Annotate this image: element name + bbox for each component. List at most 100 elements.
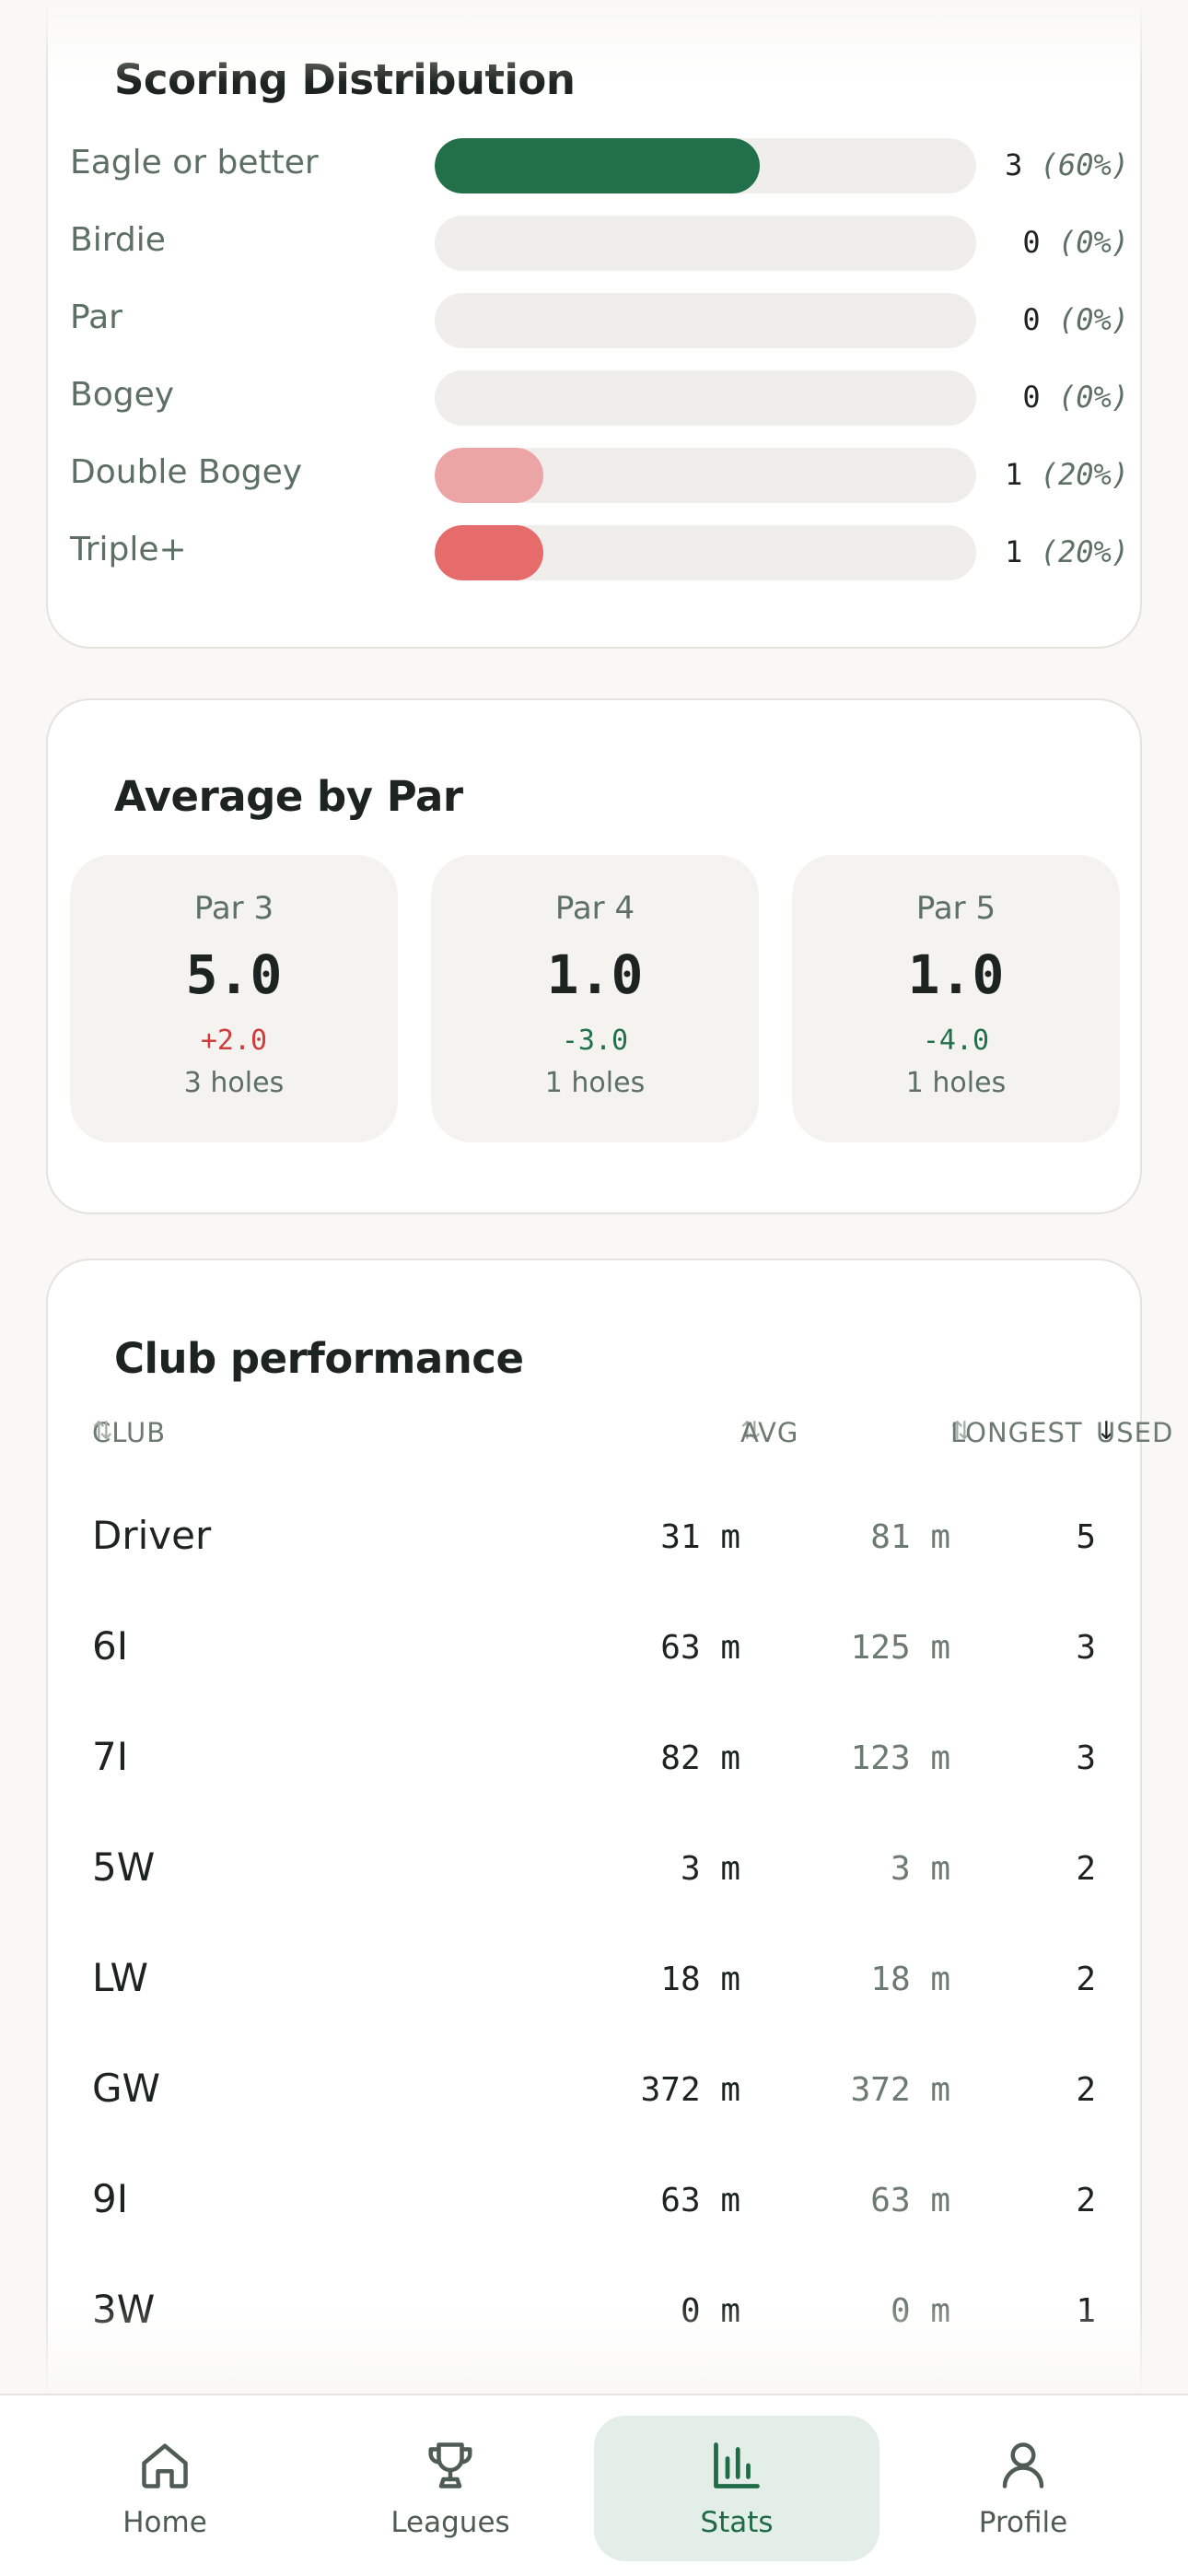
tab-label: Home [122, 2506, 207, 2539]
club-name: Driver [92, 1513, 212, 1558]
distribution-label: Bogey [70, 376, 175, 414]
par-3-box: Par 3 5.0 +2.0 3 holes [70, 855, 398, 1142]
home-icon [142, 2443, 188, 2488]
distribution-bar-fill [435, 525, 543, 580]
club-row[interactable]: LW 18 m 18 m 2 [92, 1951, 1096, 2007]
club-avg: 82 m [660, 1739, 740, 1777]
club-longest: 3 m [890, 1850, 950, 1888]
club-longest: 123 m [850, 1739, 950, 1777]
distribution-bar-track [435, 293, 976, 348]
distribution-label: Eagle or better [70, 144, 319, 181]
distribution-label: Double Bogey [70, 453, 303, 491]
distribution-count: 0 (0%) [1022, 302, 1129, 337]
par-average: 1.0 [546, 943, 644, 1006]
tab-stats[interactable]: Stats [594, 2416, 879, 2561]
par-diff: -3.0 [561, 1025, 629, 1057]
club-longest: 125 m [850, 1629, 950, 1667]
distribution-count: 1 (20%) [1005, 534, 1129, 569]
par-4-box: Par 4 1.0 -3.0 1 holes [431, 855, 759, 1142]
distribution-label: Triple+ [70, 531, 187, 568]
par-5-box: Par 5 1.0 -4.0 1 holes [792, 855, 1120, 1142]
club-longest: 18 m [870, 1961, 950, 1998]
par-average: 1.0 [907, 943, 1005, 1006]
par-diff: -4.0 [922, 1025, 990, 1057]
distribution-count: 0 (0%) [1022, 225, 1129, 260]
distribution-count: 0 (0%) [1022, 380, 1129, 415]
average-by-par-title: Average by Par [114, 772, 463, 821]
club-row[interactable]: GW 372 m 372 m 2 [92, 2062, 1096, 2117]
sort-icon: ⇅ [92, 1417, 114, 1446]
tab-label: Leagues [390, 2506, 510, 2539]
scoring-distribution-card: Scoring Distribution Eagle or better 3 (… [46, 0, 1142, 649]
club-name: 9I [92, 2176, 129, 2221]
club-used: 2 [1076, 2182, 1096, 2219]
column-header-longest: LONGEST [950, 1417, 1083, 1448]
club-used: 2 [1076, 1850, 1096, 1888]
club-name: LW [92, 1955, 149, 2000]
club-avg: 18 m [660, 1961, 740, 1998]
trophy-icon [428, 2442, 472, 2488]
bottom-tab-bar: Home Leagues Stats Profile [0, 2394, 1188, 2576]
distribution-bar-track [435, 525, 976, 580]
club-used: 2 [1076, 1961, 1096, 1998]
stats-screen: Scoring Distribution Eagle or better 3 (… [0, 0, 1188, 2576]
club-row[interactable]: 5W 3 m 3 m 2 [92, 1841, 1096, 1896]
distribution-bar-track [435, 138, 976, 193]
scroll-fade-bottom [0, 2303, 1188, 2395]
distribution-bar-fill [435, 448, 543, 503]
distribution-row-double-bogey: Double Bogey 1 (20%) [70, 448, 1129, 505]
distribution-row-par: Par 0 (0%) [70, 293, 1129, 350]
user-icon [1002, 2442, 1044, 2488]
club-row[interactable]: 6I 63 m 125 m 3 [92, 1620, 1096, 1675]
scroll-fade-top [0, 0, 1188, 83]
club-avg: 63 m [660, 2182, 740, 2219]
distribution-row-birdie: Birdie 0 (0%) [70, 216, 1129, 273]
bar-chart-icon [714, 2442, 760, 2488]
distribution-bar-fill [435, 138, 760, 193]
club-name: 5W [92, 1844, 156, 1890]
club-row[interactable]: Driver 31 m 81 m 5 [92, 1509, 1096, 1564]
club-table-header: CLUB ⇅ ⇅ AVG ⇅ LONGEST ↓ USED [92, 1417, 1172, 1454]
par-name: Par 4 [554, 890, 635, 927]
par-holes: 1 holes [905, 1067, 1007, 1099]
par-name: Par 3 [193, 890, 274, 927]
par-average: 5.0 [185, 943, 283, 1006]
par-holes: 1 holes [544, 1067, 646, 1099]
club-longest: 81 m [870, 1518, 950, 1556]
club-used: 5 [1076, 1518, 1096, 1556]
distribution-row-eagle: Eagle or better 3 (60%) [70, 138, 1129, 195]
club-name: GW [92, 2066, 161, 2111]
tab-leagues[interactable]: Leagues [308, 2416, 593, 2561]
club-performance-card: Club performance CLUB ⇅ ⇅ AVG ⇅ LONGEST … [46, 1259, 1172, 2401]
distribution-bar-track [435, 216, 976, 271]
club-row[interactable]: 7I 82 m 123 m 3 [92, 1730, 1096, 1786]
distribution-row-bogey: Bogey 0 (0%) [70, 370, 1129, 427]
average-by-par-card: Average by Par Par 3 5.0 +2.0 3 holes Pa… [46, 698, 1142, 1214]
tab-label: Stats [700, 2506, 774, 2539]
distribution-count: 1 (20%) [1005, 457, 1129, 492]
distribution-row-triple: Triple+ 1 (20%) [70, 525, 1129, 582]
column-header-avg: AVG [740, 1417, 799, 1448]
par-holes: 3 holes [183, 1067, 285, 1099]
tab-home[interactable]: Home [22, 2416, 308, 2561]
club-name: 6I [92, 1623, 129, 1669]
distribution-bar-track [435, 370, 976, 426]
tab-profile[interactable]: Profile [880, 2416, 1166, 2561]
par-name: Par 5 [915, 890, 996, 927]
club-used: 2 [1076, 2071, 1096, 2109]
club-used: 3 [1076, 1629, 1096, 1667]
distribution-count: 3 (60%) [1005, 147, 1129, 182]
distribution-label: Birdie [70, 221, 166, 259]
club-avg: 31 m [660, 1518, 740, 1556]
distribution-bar-track [435, 448, 976, 503]
club-row[interactable]: 9I 63 m 63 m 2 [92, 2172, 1096, 2228]
club-avg: 3 m [680, 1850, 740, 1888]
club-name: 7I [92, 1734, 129, 1779]
column-header-used: USED [1096, 1417, 1174, 1448]
distribution-label: Par [70, 299, 122, 336]
club-used: 3 [1076, 1739, 1096, 1777]
club-performance-title: Club performance [114, 1334, 524, 1383]
tab-label: Profile [978, 2506, 1068, 2539]
club-avg: 372 m [640, 2071, 740, 2109]
club-longest: 372 m [850, 2071, 950, 2109]
